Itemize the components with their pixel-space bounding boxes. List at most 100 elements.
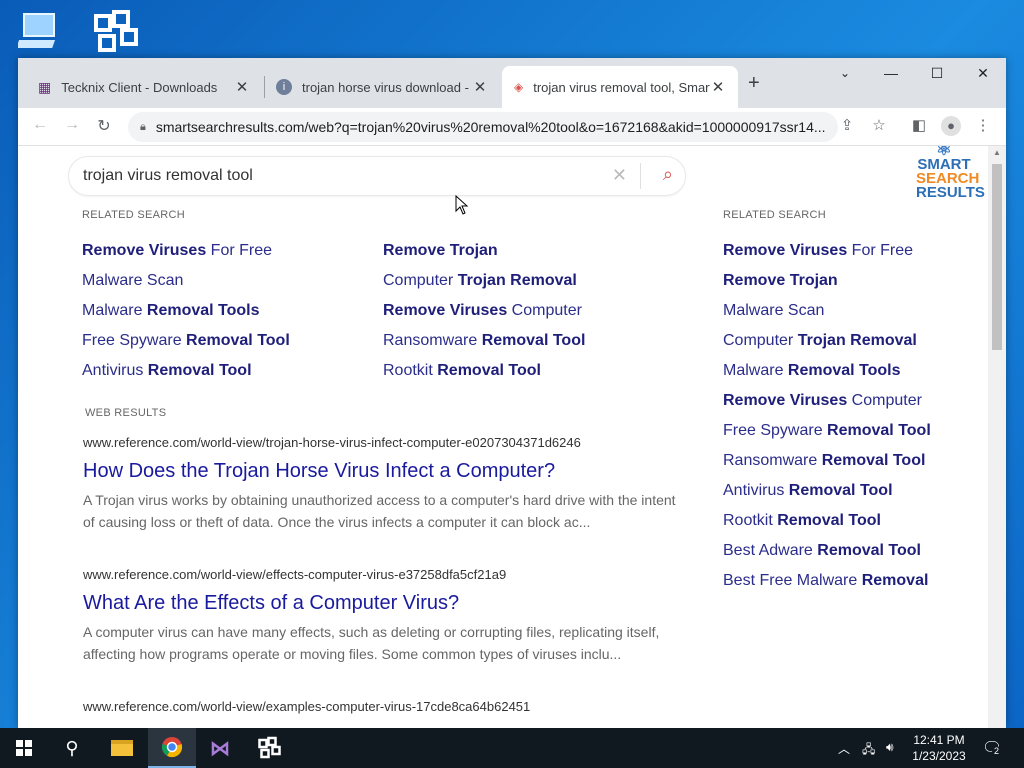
bookmark-star-icon[interactable]: ☆ [868,116,890,134]
result-url[interactable]: www.reference.com/world-view/effects-com… [83,567,683,582]
system-clock[interactable]: 12:41 PM 1/23/2023 [902,732,976,764]
link-text-part: Malware [82,302,147,319]
network-icon[interactable]: 🖧︎ [862,740,875,768]
related-search-link[interactable]: Malware Scan [723,296,983,326]
related-search-link[interactable]: Remove Viruses For Free [82,236,362,266]
related-search-link[interactable]: Malware Removal Tools [82,296,362,326]
related-search-column-1: Remove Viruses For Free Malware Scan Malwa… [82,236,362,386]
clear-search-icon[interactable]: ✕ [612,165,627,186]
tab-close-icon[interactable]: ✕ [710,78,726,96]
tecknix-desktop-icon[interactable] [92,8,142,56]
scrollbar-thumb[interactable] [992,164,1002,350]
visual-studio-icon[interactable]: ⋈ [196,728,244,768]
related-search-link[interactable]: Remove Trojan [723,266,983,296]
tecknix-taskbar-icon[interactable] [246,728,294,768]
link-text-part: Trojan Removal [457,272,577,289]
search-icon[interactable]: ⚲ [48,728,96,768]
web-results-header: WEB RESULTS [85,407,167,419]
scroll-up-icon[interactable]: ▲ [993,148,1001,157]
related-search-link[interactable]: Free Spyware Removal Tool [723,416,983,446]
related-search-link[interactable]: Free Spyware Removal Tool [82,326,362,356]
search-box[interactable]: trojan virus removal tool ✕ ⌕ [68,156,686,196]
taskbar: ⚲ ⋈ ︿ 🖧︎ 🔊︎ 12:41 PM 1/23/2023 🗨︎2 [0,728,1024,768]
minimize-icon[interactable]: — [868,60,914,88]
windows-start-icon[interactable] [0,728,48,768]
tab-title: trojan horse virus download - int [302,79,472,95]
result-title-link[interactable]: How Does the Trojan Horse Virus Infect a… [83,460,683,483]
related-search-link[interactable]: Remove Viruses For Free [723,236,983,266]
link-text-part: Removal Tool [788,482,893,499]
smart-search-results-logo[interactable]: ⚛ SMART SEARCH RESULTS [916,146,985,200]
browser-window: ▦ Tecknix Client - Downloads ✕ i trojan … [18,58,1006,728]
tab-search-chevron-icon[interactable]: ⌄ [822,60,868,88]
back-arrow-icon[interactable]: ← [28,116,52,134]
tab-trojan-horse[interactable]: i trojan horse virus download - int ✕ [264,66,500,108]
file-explorer-icon[interactable] [98,728,146,768]
result-title-link[interactable]: What Are the Effects of a Computer Virus… [83,592,683,615]
link-text-part: Removal Tool [827,422,931,439]
menu-kebab-icon[interactable]: ⋮ [972,116,994,134]
chrome-taskbar-icon[interactable] [148,728,196,768]
page-content: trojan virus removal tool ✕ ⌕ ⚛ SMART SE… [18,146,988,728]
link-text-part: Remove Viruses [82,242,207,259]
result-snippet: A computer virus can have many effects, … [83,624,660,662]
related-search-link[interactable]: Computer Trojan Removal [723,326,983,356]
tab-tecknix[interactable]: ▦ Tecknix Client - Downloads ✕ [26,66,262,108]
search-icon[interactable]: ⌕ [663,164,673,185]
result-url[interactable]: www.reference.com/world-view/examples-co… [83,699,683,714]
result-url[interactable]: www.reference.com/world-view/trojan-hors… [83,435,683,450]
address-bar[interactable]: 🔒︎ smartsearchresults.com/web?q=trojan%2… [128,112,838,142]
link-text-part: Antivirus [82,362,148,379]
related-search-link[interactable]: Remove Viruses Computer [383,296,683,326]
link-text-part: Computer [383,272,458,289]
tab-smartsearch[interactable]: ◈ trojan virus removal tool, Smarts ✕ [502,66,738,108]
reload-icon[interactable]: ↻ [92,116,116,136]
maximize-icon[interactable]: ☐ [914,60,960,88]
result-snippet: A Trojan virus works by obtaining unauth… [83,492,676,530]
tecknix-favicon-icon: ▦ [38,78,52,95]
clock-date: 1/23/2023 [912,749,966,763]
related-search-link[interactable]: Ransomware Removal Tool [723,446,983,476]
related-search-link[interactable]: Malware Scan [82,266,362,296]
link-text-part: Remove Viruses [383,302,508,319]
related-search-link[interactable]: Best Adware Removal Tool [723,536,983,566]
side-panel-icon[interactable]: ◧ [908,116,930,134]
close-window-icon[interactable]: ✕ [960,60,1006,88]
related-search-link[interactable]: Rootkit Removal Tool [723,506,983,536]
link-text-part: Ransomware [383,332,482,349]
notifications-icon[interactable]: 🗨︎2 [982,738,1002,768]
link-text-part: Remove Trojan [723,272,838,289]
link-text-part: Trojan Removal [797,332,917,349]
link-text-part: For Free [206,242,273,259]
link-text-part: Remove Viruses [723,392,848,409]
related-search-link[interactable]: Antivirus Removal Tool [723,476,983,506]
link-text-part: Malware [723,362,788,379]
related-search-link[interactable]: Rootkit Removal Tool [383,356,683,386]
link-text-part: Removal Tool [481,332,586,349]
new-tab-icon[interactable]: + [748,72,760,95]
tab-close-icon[interactable]: ✕ [234,78,250,96]
search-divider [640,163,641,189]
show-hidden-icons-chevron-icon[interactable]: ︿ [838,740,850,768]
related-search-link[interactable]: Antivirus Removal Tool [82,356,362,386]
share-icon[interactable]: ⇪ [836,116,858,134]
related-search-link[interactable]: Remove Viruses Computer [723,386,983,416]
link-text-part: Rootkit [383,362,438,379]
search-input[interactable]: trojan virus removal tool [83,167,253,185]
related-search-link[interactable]: Ransomware Removal Tool [383,326,683,356]
scrollbar[interactable]: ▲ [988,146,1006,728]
link-text-part: Removal Tools [146,302,260,319]
related-search-link[interactable]: Malware Removal Tools [723,356,983,386]
clock-time: 12:41 PM [913,733,965,747]
profile-avatar-icon[interactable]: ● [940,116,962,136]
forward-arrow-icon[interactable]: → [60,116,84,134]
related-search-link[interactable]: Computer Trojan Removal [383,266,683,296]
related-search-header-right: RELATED SEARCH [723,209,827,221]
link-text-part: Computer [847,392,922,409]
toolbar: ← → ↻ 🔒︎ smartsearchresults.com/web?q=tr… [18,108,1006,146]
tab-close-icon[interactable]: ✕ [472,78,488,96]
related-search-link[interactable]: Remove Trojan [383,236,683,266]
related-search-link[interactable]: Best Free Malware Removal [723,566,983,596]
volume-icon[interactable]: 🔊︎ [886,740,894,768]
this-pc-icon[interactable] [16,10,62,54]
